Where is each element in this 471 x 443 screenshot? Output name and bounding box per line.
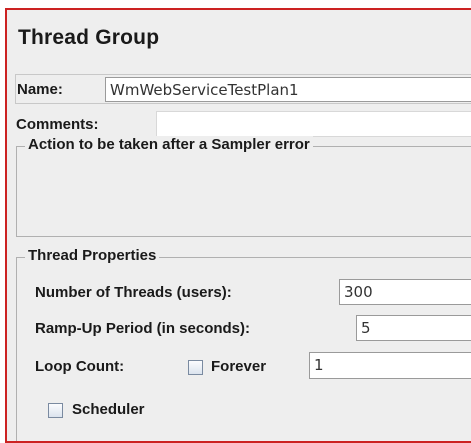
name-row: Name: WmWebServiceTestPlan1 [15, 74, 471, 104]
comments-input[interactable] [156, 111, 471, 137]
ramp-up-input[interactable]: 5 [356, 315, 471, 341]
loop-count-input[interactable]: 1 [309, 352, 471, 379]
thread-properties-group: Thread Properties Number of Threads (use… [16, 247, 471, 441]
sampler-error-group-title: Action to be taken after a Sampler error [25, 136, 313, 153]
comments-label: Comments: [16, 116, 99, 133]
forever-label[interactable]: Forever [211, 358, 266, 375]
forever-checkbox[interactable] [188, 360, 203, 375]
sampler-error-group: Action to be taken after a Sampler error [16, 136, 471, 237]
thread-properties-title: Thread Properties [25, 247, 160, 264]
name-label: Name: [17, 81, 63, 98]
num-threads-label: Number of Threads (users): [35, 284, 232, 301]
scheduler-checkbox[interactable] [48, 403, 63, 418]
name-input[interactable]: WmWebServiceTestPlan1 [105, 77, 471, 102]
num-threads-input[interactable]: 300 [339, 279, 471, 305]
panel-title: Thread Group [18, 26, 160, 49]
scheduler-label[interactable]: Scheduler [72, 401, 145, 418]
thread-group-panel: Thread Group Name: WmWebServiceTestPlan1… [5, 8, 471, 443]
ramp-up-label: Ramp-Up Period (in seconds): [35, 320, 251, 337]
loop-count-label: Loop Count: [35, 358, 125, 375]
